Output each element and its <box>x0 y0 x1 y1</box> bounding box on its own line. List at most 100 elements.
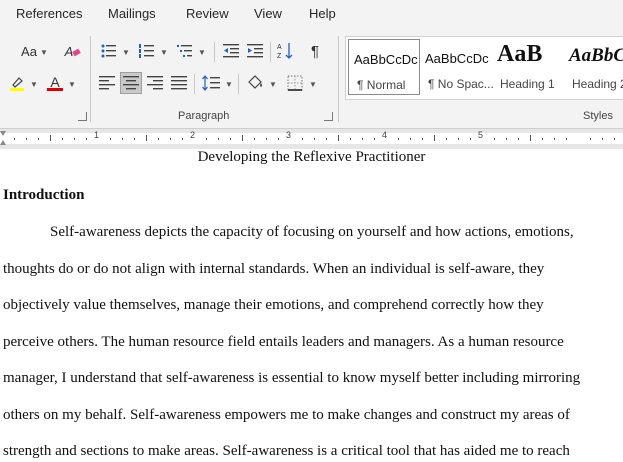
style-no-spacing[interactable]: AaBbCcDc ¶ No Spac... <box>420 39 494 95</box>
ruler-tick <box>458 138 459 140</box>
ruler-tick <box>266 138 267 140</box>
document-title: Developing the Reflexive Practitioner <box>197 149 426 165</box>
pilcrow-icon: ¶ <box>310 42 320 60</box>
paragraph-line: perceive others. The human resource fiel… <box>3 334 564 350</box>
ruler-tick <box>506 138 507 140</box>
text-highlight-color-button[interactable] <box>6 72 28 94</box>
ruler-tick <box>350 138 351 140</box>
font-dialog-launcher-icon[interactable] <box>78 112 87 121</box>
ruler-tick <box>110 138 111 140</box>
decrease-indent-button[interactable] <box>220 40 242 62</box>
styles-gallery: AaBbCcDc ¶ Normal AaBbCcDc ¶ No Spac... … <box>345 36 623 100</box>
ruler-number: 5 <box>478 130 484 140</box>
numbering-chevron-down-icon[interactable]: ▼ <box>160 48 168 57</box>
style-sample: AaBbCcDc <box>354 52 418 67</box>
clear-formatting-button[interactable]: A <box>58 40 81 62</box>
shading-chevron-down-icon[interactable]: ▼ <box>269 80 277 89</box>
style-sample: AaB <box>497 41 543 67</box>
ruler-tick <box>50 135 51 141</box>
tab-view[interactable]: View <box>254 6 282 21</box>
borders-chevron-down-icon[interactable]: ▼ <box>309 80 317 89</box>
paint-bucket-icon <box>248 75 262 89</box>
font-color-button[interactable]: A <box>44 72 66 94</box>
numbering-icon <box>139 44 154 58</box>
borders-button[interactable] <box>284 72 306 94</box>
section-heading: Introduction <box>3 187 85 203</box>
style-sample: AaBbCcDc <box>425 51 489 66</box>
line-spacing-button[interactable] <box>200 72 222 94</box>
ruler-tick <box>530 135 531 141</box>
ruler-tick <box>338 135 339 141</box>
font-color-chevron-down-icon[interactable]: ▼ <box>68 80 76 89</box>
ruler-number: 4 <box>382 130 388 140</box>
multilevel-chevron-down-icon[interactable]: ▼ <box>198 48 206 57</box>
ruler-tick <box>542 138 543 140</box>
align-center-button[interactable] <box>120 72 142 94</box>
ruler-tick <box>446 138 447 140</box>
paragraph-line: others on my behalf. Self-awareness empo… <box>3 407 570 423</box>
decrease-indent-icon <box>223 44 239 58</box>
ruler-tick <box>206 138 207 140</box>
ruler-tick <box>494 138 495 140</box>
ruler-tick <box>602 138 603 140</box>
align-right-icon <box>147 76 163 90</box>
ruler-tick <box>26 138 27 140</box>
ruler-tick <box>566 138 567 140</box>
ruler-tick <box>554 138 555 140</box>
ruler-tick <box>362 138 363 140</box>
svg-text:Z: Z <box>277 53 282 60</box>
align-right-button[interactable] <box>144 72 166 94</box>
indent-marker-icon[interactable] <box>0 131 6 145</box>
justify-button[interactable] <box>168 72 190 94</box>
paragraph-line: manager, I understand that self-awarenes… <box>3 370 581 386</box>
multilevel-list-icon <box>177 45 192 57</box>
horizontal-ruler[interactable]: 1 2 3 4 5 <box>0 128 623 150</box>
style-sample: AaBbC <box>569 45 623 66</box>
ruler-number: 2 <box>190 130 196 140</box>
sort-button[interactable]: A Z <box>274 40 296 62</box>
ruler-tick <box>218 138 219 140</box>
document-page[interactable]: Developing the Reflexive Practitioner In… <box>0 149 623 462</box>
shading-button[interactable] <box>244 72 266 94</box>
ruler-tick <box>38 138 39 140</box>
ruler-tick <box>158 138 159 140</box>
svg-text:A: A <box>277 44 282 51</box>
group-separator <box>338 36 339 122</box>
paragraph-line: strength and sections to make areas. Sel… <box>3 443 570 459</box>
ruler-tick <box>302 138 303 140</box>
toolbar-separator <box>238 74 239 94</box>
style-heading-2[interactable]: AaBbC Heading 2 <box>564 39 623 95</box>
increase-indent-icon <box>247 44 263 58</box>
style-normal[interactable]: AaBbCcDc ¶ Normal <box>348 39 420 95</box>
ribbon-tabs: References Mailings Review View Help <box>0 0 623 30</box>
tab-mailings[interactable]: Mailings <box>108 6 156 21</box>
show-formatting-marks-button[interactable]: ¶ <box>304 40 326 62</box>
ruler-tick <box>398 138 399 140</box>
tab-help[interactable]: Help <box>309 6 336 21</box>
bullets-chevron-down-icon[interactable]: ▼ <box>122 48 130 57</box>
change-case-chevron-down-icon[interactable]: ▼ <box>40 48 48 57</box>
increase-indent-button[interactable] <box>244 40 266 62</box>
highlighter-icon <box>10 77 24 91</box>
style-heading-1[interactable]: AaB Heading 1 <box>492 39 564 95</box>
ruler-tick <box>374 138 375 140</box>
multilevel-list-button[interactable] <box>174 40 196 62</box>
ruler-tick <box>170 138 171 140</box>
line-spacing-chevron-down-icon[interactable]: ▼ <box>225 80 233 89</box>
align-left-button[interactable] <box>96 72 118 94</box>
numbering-button[interactable] <box>136 40 158 62</box>
style-name: ¶ No Spac... <box>428 77 494 91</box>
highlight-chevron-down-icon[interactable]: ▼ <box>30 80 38 89</box>
tab-references[interactable]: References <box>16 6 82 21</box>
ruler-tick <box>518 138 519 140</box>
ruler-tick <box>62 138 63 140</box>
ruler-number: 1 <box>94 130 100 140</box>
clear-formatting-icon: A <box>65 44 81 59</box>
ruler-tick <box>314 138 315 140</box>
tab-review[interactable]: Review <box>186 6 229 21</box>
paragraph-line: Self-awareness depicts the capacity of f… <box>50 224 574 240</box>
paragraph-dialog-launcher-icon[interactable] <box>324 112 333 121</box>
borders-icon <box>287 75 303 91</box>
bullets-button[interactable] <box>98 40 120 62</box>
ruler-tick <box>278 138 279 140</box>
